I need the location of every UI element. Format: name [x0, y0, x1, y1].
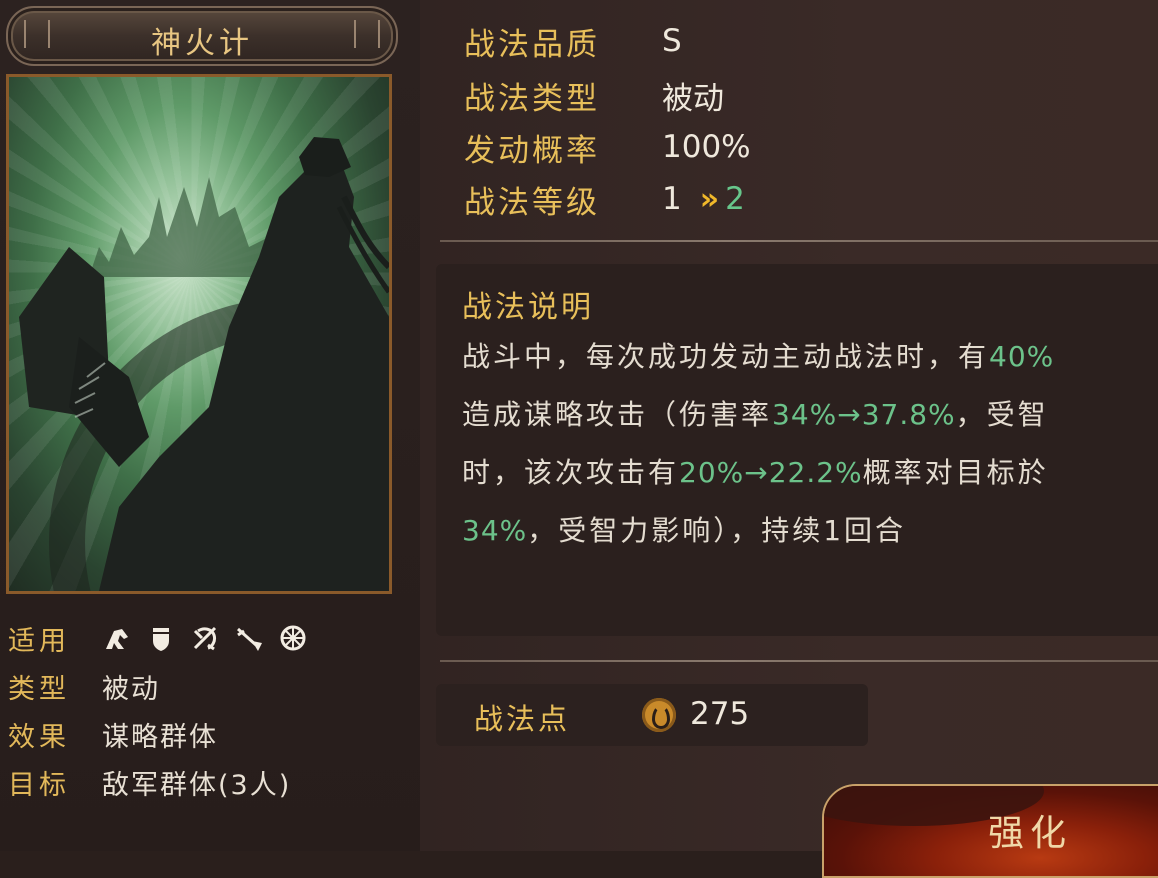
shield-icon: [153, 628, 169, 651]
description-segment: 概率对目标於: [862, 456, 1049, 489]
description-line: 战斗中，每次成功发动主动战法时，有40%: [462, 328, 1158, 386]
description-segment: 战斗中，每次成功发动主动战法时，有: [462, 340, 990, 373]
stat-label: 战法品质: [464, 26, 600, 63]
stat-value: S: [662, 23, 682, 59]
description-highlight: 34%: [462, 514, 528, 547]
attribute-label: 目标: [8, 769, 70, 801]
stat-label: 战法等级: [464, 184, 600, 221]
description-text: 战斗中，每次成功发动主动战法时，有40% 造成谋略攻击（伤害率34%→37.8%，…: [462, 328, 1158, 558]
description-segment: ，受智力影响），持续1回合: [527, 514, 907, 547]
archer-icon: [193, 626, 217, 651]
skill-points-label: 战法点: [474, 702, 571, 736]
stat-trigger-rate: 发动概率 100%: [464, 122, 751, 172]
stat-quality: 战法品质 S: [464, 16, 682, 66]
attribute-label: 类型: [8, 673, 70, 705]
attribute-value: 敌军群体(3人): [102, 769, 292, 801]
attribute-label: 效果: [8, 721, 70, 753]
divider: [440, 240, 1158, 242]
attribute-row-applicable: 适用: [8, 614, 308, 662]
skill-name-plate: 神火计: [6, 6, 398, 66]
description-line: 34%，受智力影响），持续1回合: [462, 502, 1158, 558]
description-highlight: 34%→37.8%: [772, 398, 956, 431]
level-up-arrow-icon: »: [699, 181, 720, 217]
skill-card-panel: 神火计 适用 类型 被动 效果 谋略群体 目标 敌军群体(3人): [0, 0, 420, 851]
stat-value: 100%: [662, 129, 751, 165]
stat-type: 战法类型 被动: [464, 70, 724, 120]
upgrade-button[interactable]: 强化: [822, 784, 1158, 878]
stat-value: 被动: [662, 80, 724, 117]
siege-icon: [280, 625, 306, 651]
applicable-units: [102, 623, 308, 653]
level-next: 2: [725, 181, 745, 217]
spear-icon: [237, 627, 262, 651]
stat-label: 发动概率: [464, 132, 600, 169]
attribute-row-target: 目标 敌军群体(3人): [8, 758, 308, 806]
description-segment: ，受智: [955, 398, 1049, 431]
description-highlight: 40%: [989, 340, 1055, 373]
skill-name: 神火计: [151, 26, 253, 61]
description-highlight: 20%→22.2%: [679, 456, 863, 489]
description-title: 战法说明: [462, 290, 594, 325]
attribute-row-type: 类型 被动: [8, 662, 308, 710]
cavalry-icon: [106, 629, 128, 649]
stat-label: 战法类型: [464, 80, 600, 117]
description-segment: 造成谋略攻击（伤害率: [462, 398, 773, 431]
level-current: 1: [662, 181, 682, 217]
skill-points-icon: [642, 698, 676, 732]
attribute-label: 适用: [8, 625, 70, 657]
skill-card-art: [6, 74, 392, 594]
strategist-silhouette: [19, 137, 389, 591]
attribute-value: 谋略群体: [102, 721, 218, 753]
skill-attributes: 适用 类型 被动 效果 谋略群体 目标 敌军群体(3人): [8, 614, 308, 806]
attribute-row-effect: 效果 谋略群体: [8, 710, 308, 758]
divider: [440, 660, 1158, 662]
description-line: 时，该次攻击有20%→22.2%概率对目标於: [462, 444, 1158, 502]
stat-level: 战法等级 1 » 2: [464, 174, 745, 224]
description-line: 造成谋略攻击（伤害率34%→37.8%，受智: [462, 386, 1158, 444]
attribute-value: 被动: [102, 673, 160, 705]
description-segment: 时，该次攻击有: [462, 456, 680, 489]
upgrade-button-label: 强化: [988, 813, 1073, 854]
skill-points-value: 275: [690, 696, 750, 732]
